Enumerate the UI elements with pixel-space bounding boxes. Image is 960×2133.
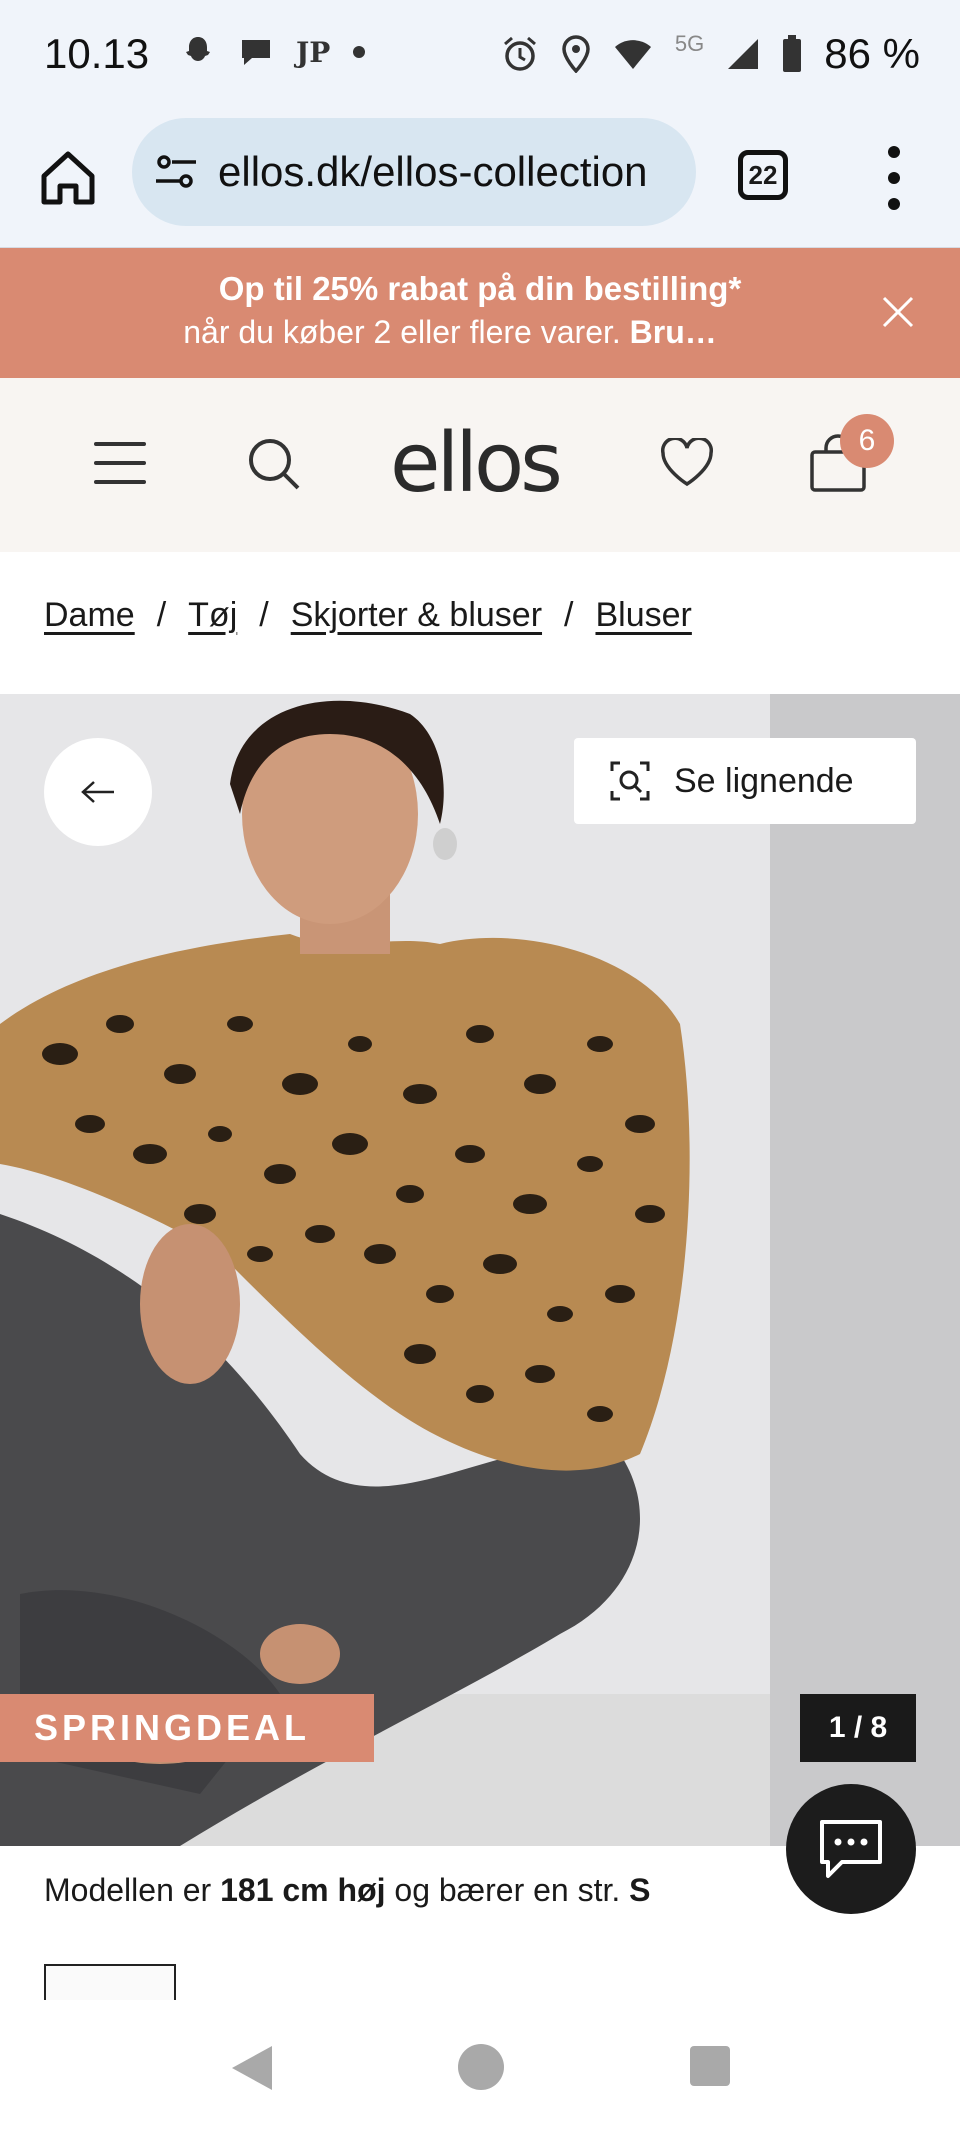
- menu-icon[interactable]: [94, 442, 146, 484]
- snapchat-icon: [186, 37, 210, 61]
- signal-icon: [728, 39, 759, 69]
- address-bar[interactable]: ellos.dk/ellos-collection: [132, 118, 696, 226]
- model-height: 181 cm høj: [220, 1872, 386, 1908]
- nav-back-icon[interactable]: [230, 2044, 274, 2092]
- breadcrumb-bluser[interactable]: Bluser: [595, 596, 691, 635]
- nav-home-icon[interactable]: [458, 2044, 504, 2090]
- search-icon[interactable]: [246, 436, 302, 492]
- dot-icon: [353, 46, 366, 58]
- product-image-gallery[interactable]: Se lignende SPRINGDEAL 1 / 8: [0, 694, 960, 1846]
- close-icon[interactable]: [876, 290, 920, 334]
- location-icon: [562, 35, 590, 73]
- battery-percentage: 86 %: [824, 30, 920, 77]
- arrow-left-icon: [81, 781, 114, 803]
- breadcrumb-separator: /: [564, 596, 574, 634]
- system-navigation-bar: [0, 2000, 960, 2133]
- breadcrumb-toj[interactable]: Tøj: [188, 596, 237, 635]
- model-info-text: og bærer en str.: [385, 1872, 630, 1908]
- breadcrumb: Dame / Tøj / Skjorter & bluser / Bluser: [44, 596, 692, 635]
- breadcrumb-dame[interactable]: Dame: [44, 596, 135, 635]
- promo-headline: Op til 25% rabat på din bestilling*: [218, 270, 742, 307]
- nav-recents-icon[interactable]: [690, 2046, 730, 2086]
- chat-icon: [820, 1820, 882, 1878]
- breadcrumb-separator: /: [259, 596, 269, 634]
- model-size: S: [629, 1872, 651, 1908]
- notification-icons: JP: [180, 34, 366, 70]
- see-similar-label: Se lignende: [674, 761, 854, 800]
- logo[interactable]: ellos: [390, 416, 563, 511]
- jp-icon: JP: [296, 35, 331, 69]
- promo-subline-link[interactable]: Bru…: [630, 314, 717, 350]
- product-photo[interactable]: [0, 694, 960, 1846]
- back-arrow-button[interactable]: [44, 738, 152, 846]
- wifi-icon: [614, 40, 651, 69]
- breadcrumb-skjorter-bluser[interactable]: Skjorter & bluser: [291, 596, 542, 635]
- status-bar: 10.13 JP 5G 86 %: [0, 0, 960, 112]
- alarm-icon: [503, 36, 536, 71]
- site-settings-icon[interactable]: [154, 154, 198, 190]
- browser-toolbar: ellos.dk/ellos-collection 22: [0, 112, 960, 248]
- clock: 10.13: [44, 30, 150, 77]
- springdeal-badge: SPRINGDEAL: [0, 1694, 374, 1762]
- tab-switcher-button[interactable]: 22: [738, 150, 788, 200]
- cart-count-badge[interactable]: 6: [840, 414, 894, 468]
- network-type: 5G: [674, 31, 705, 56]
- url-text[interactable]: ellos.dk/ellos-collection: [218, 148, 678, 196]
- wishlist-heart-icon[interactable]: [660, 438, 714, 488]
- model-info-text: Modellen er: [44, 1872, 221, 1908]
- browser-menu-icon[interactable]: [874, 146, 914, 210]
- promo-subline-text: når du køber 2 eller flere varer.: [183, 314, 630, 350]
- battery-icon: [783, 35, 802, 72]
- system-status: 5G 86 %: [501, 30, 920, 78]
- site-header: ellos 6: [0, 378, 960, 552]
- chat-button[interactable]: [786, 1784, 916, 1914]
- chat-bubble-icon: [242, 40, 270, 65]
- model-info: Modellen er 181 cm høj og bærer en str. …: [44, 1872, 651, 1909]
- home-icon[interactable]: [36, 146, 100, 210]
- image-counter: 1 / 8: [800, 1694, 916, 1762]
- promo-subline: når du køber 2 eller flere varer. Bru…: [60, 314, 840, 351]
- see-similar-button[interactable]: Se lignende: [574, 738, 916, 824]
- promo-banner[interactable]: Op til 25% rabat på din bestilling* når …: [0, 248, 960, 378]
- visual-search-icon: [610, 761, 650, 801]
- breadcrumb-separator: /: [156, 596, 167, 634]
